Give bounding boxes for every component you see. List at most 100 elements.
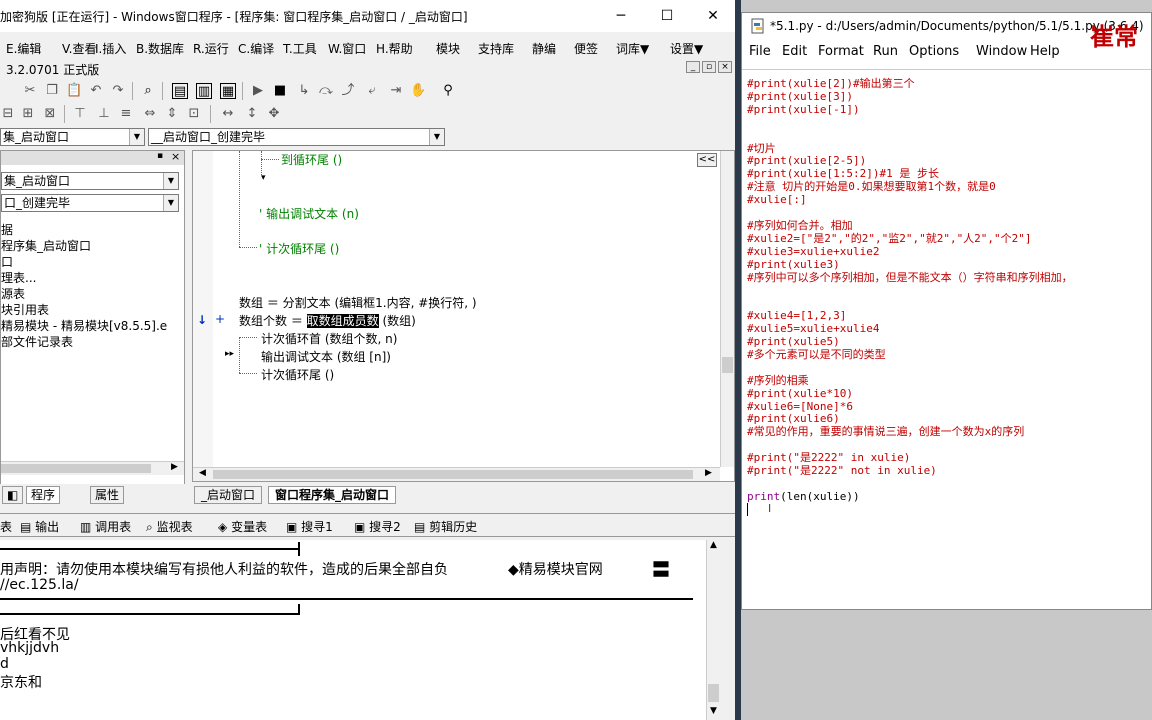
scroll-up-icon[interactable]: ▲ [710,540,717,550]
menu-settings[interactable]: 设置▼ [670,40,703,57]
menu-static-compile[interactable]: 静编 [532,40,556,57]
menu-options[interactable]: Options [909,44,959,59]
paste-icon[interactable]: 📋 [66,83,82,99]
selected-command[interactable]: 取数组成员数 [306,314,379,328]
find-icon[interactable]: ⌕ [140,83,156,99]
step-over-icon[interactable]: ⤼ [318,83,334,99]
step-out-icon[interactable]: ⤴ [340,83,356,99]
menu-run[interactable]: R.运行 [193,40,229,57]
code-editor[interactable]: 到循环尾 () ▾ ' 输出调试文本 (n) ' 计次循环尾 () 数组 ＝ 分… [192,150,735,482]
scroll-down-icon[interactable]: ▼ [710,706,717,716]
layout1-icon[interactable]: ▤ [172,83,188,99]
menu-view[interactable]: V.查看 [62,40,96,57]
tree-item[interactable]: 理表... [1,269,36,286]
mdi-minimize-icon[interactable]: _ [686,61,700,73]
menu-insert[interactable]: I.插入 [95,40,126,57]
program-set-combo[interactable]: 集_启动窗口 ▼ [0,128,145,146]
menu-tools[interactable]: T.工具 [283,40,317,57]
collapse-button[interactable]: << [697,153,717,167]
code-hscrollbar[interactable]: ◀ ▶ [193,467,720,481]
step-back-icon[interactable]: ⤶ [364,83,380,99]
run-icon[interactable]: ▶ [250,83,266,99]
align-middle-icon[interactable]: ⊥ [96,106,112,122]
menu-compile[interactable]: C.编译 [238,40,274,57]
binoculars-icon[interactable]: ⚲ [440,83,456,99]
titlebar[interactable]: 加密狗版 [正在运行] - Windows窗口程序 - [程序集: 窗口程序集_… [0,0,735,32]
tab-start-window[interactable]: _启动窗口 [194,486,263,504]
menu-format[interactable]: Format [818,44,864,59]
tab-search1[interactable]: ▣ 搜寻1 [286,518,333,535]
tab-program[interactable]: 程序 [26,486,61,504]
align-left-icon[interactable]: ⊟ [0,106,16,122]
stop-icon[interactable]: ■ [272,83,288,99]
tab-clip-history[interactable]: ▤ 剪辑历史 [414,518,477,535]
menu-help[interactable]: H.帮助 [376,40,413,57]
scroll-thumb[interactable] [708,684,719,702]
mdi-close-icon[interactable]: × [718,61,732,73]
scroll-thumb[interactable] [1,464,151,473]
panel-combo-program[interactable]: 集_启动窗口 ▼ [1,172,179,190]
code-vscrollbar[interactable] [720,151,734,467]
tab-variables[interactable]: ◈ 变量表 [218,518,267,535]
align-right-icon[interactable]: ⊠ [42,106,58,122]
output-vscrollbar[interactable]: ▲ ▼ [706,540,720,720]
panel-combo-event[interactable]: 口_创建完毕 ▼ [1,194,179,212]
redo-icon[interactable]: ↷ [110,83,126,99]
tab-call-stack[interactable]: ▥ 调用表 [80,518,131,535]
scroll-right-icon[interactable]: ▶ [171,462,178,472]
run-to-cursor-icon[interactable]: ⇥ [388,83,404,99]
menu-window[interactable]: Window [976,44,1027,59]
minimize-button[interactable]: ─ [598,0,644,32]
scroll-right-icon[interactable]: ▶ [705,468,712,478]
menu-support-lib[interactable]: 支持库 [478,40,514,57]
tab-support-lib-icon[interactable]: ◧ [2,486,24,504]
tab-properties[interactable]: 属性 [90,486,125,504]
tab-watch[interactable]: ⌕ 监视表 [146,518,193,535]
output-pane[interactable]: 用声明：请勿使用本模块编写有损他人利益的软件，造成的后果全部自负 ◆精易模块官网… [0,540,720,720]
menu-edit[interactable]: E.编辑 [6,40,41,57]
scroll-left-icon[interactable]: ◀ [199,468,206,478]
close-button[interactable]: ✕ [690,0,735,32]
chevron-down-icon[interactable]: ▼ [429,129,444,145]
tree-item[interactable]: 部文件记录表 [1,333,73,350]
menu-module[interactable]: 模块 [436,40,460,57]
tree-item[interactable]: 精易模块 - 精易模块[v8.5.5].e [1,317,167,334]
idle-titlebar[interactable]: *5.1.py - d:/Users/admin/Documents/pytho… [742,13,1151,51]
tab-output[interactable]: ▤ 输出 [20,518,59,535]
python-code-editor[interactable]: #print(xulie[2])#输出第三个 #print(xulie[3]) #p… [742,69,1151,609]
layout2-icon[interactable]: ▥ [196,83,212,99]
panel-hscrollbar[interactable]: ▶ [1,461,184,475]
menu-run[interactable]: Run [873,44,898,59]
menu-database[interactable]: B.数据库 [136,40,184,57]
event-combo[interactable]: __启动窗口_创建完毕 ▼ [148,128,445,146]
space-h-icon[interactable]: ↔ [220,106,236,122]
expand-plus-icon[interactable]: + [215,312,225,326]
chevron-down-icon[interactable]: ▼ [163,195,178,211]
align-bottom-icon[interactable]: ≡ [118,106,134,122]
tree-item[interactable]: 口 [1,253,13,270]
menu-window[interactable]: W.窗口 [328,40,366,57]
align-center-icon[interactable]: ⊞ [20,106,36,122]
space-v-icon[interactable]: ↕ [244,106,260,122]
mdi-restore-icon[interactable]: ▫ [702,61,716,73]
tree-item[interactable]: 源表 [1,285,25,302]
hand-icon[interactable]: ✋ [410,83,426,99]
step-into-icon[interactable]: ↳ [296,83,312,99]
same-size-icon[interactable]: ⊡ [186,106,202,122]
scroll-thumb[interactable] [722,357,733,373]
scroll-thumb[interactable] [213,470,693,479]
tree-item[interactable]: 程序集_启动窗口 [1,237,91,254]
menu-file[interactable]: File [749,44,771,59]
tree-item[interactable]: 块引用表 [1,301,49,318]
chevron-down-icon[interactable]: ▼ [129,129,144,145]
cut-icon[interactable]: ✂ [22,83,38,99]
menu-notes[interactable]: 便签 [574,40,598,57]
same-width-icon[interactable]: ⇔ [142,106,158,122]
menu-edit[interactable]: Edit [782,44,807,59]
tab-search2[interactable]: ▣ 搜寻2 [354,518,401,535]
center-icon[interactable]: ✥ [266,106,282,122]
undo-icon[interactable]: ↶ [88,83,104,99]
copy-icon[interactable]: ❐ [44,83,60,99]
layout3-icon[interactable]: ▦ [220,83,236,99]
chevron-down-icon[interactable]: ▼ [163,173,178,189]
